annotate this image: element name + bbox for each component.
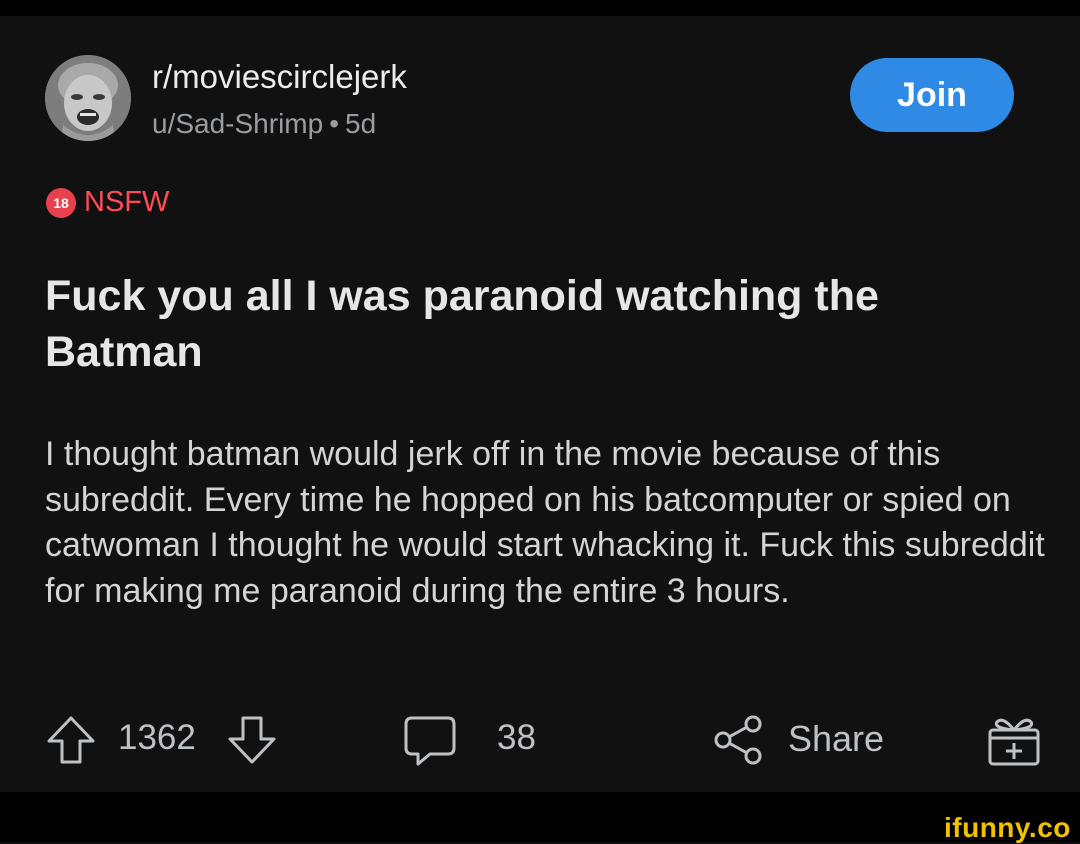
share-icon[interactable] [711, 712, 767, 768]
nsfw-label: NSFW [84, 186, 170, 218]
post-body: I thought batman would jerk off in the m… [45, 435, 1045, 610]
ifunny-watermark: ifunny.co [944, 812, 1071, 843]
nsfw-18-icon: 18 [46, 187, 76, 218]
upvote-icon[interactable] [45, 714, 97, 766]
award-icon[interactable] [985, 712, 1043, 768]
comment-count: 38 [497, 718, 536, 757]
subreddit-name[interactable]: r/moviescirclejerk [152, 58, 407, 96]
downvote-icon[interactable] [226, 714, 278, 766]
post-age: 5d [345, 108, 377, 139]
post-title[interactable]: Fuck you all I was paranoid watching the… [45, 268, 1035, 380]
meta-separator: • [329, 108, 339, 139]
top-edge [0, 0, 1080, 16]
bottom-bar [0, 792, 1080, 842]
nsfw-tag: 18 NSFW [46, 186, 169, 219]
subreddit-avatar[interactable] [45, 55, 131, 141]
join-button[interactable]: Join [850, 58, 1014, 132]
post-meta: u/Sad-Shrimp • 5d [152, 108, 376, 140]
share-button[interactable]: Share [788, 718, 884, 760]
author-name[interactable]: u/Sad-Shrimp [152, 108, 323, 139]
vote-count: 1362 [118, 718, 196, 757]
comment-icon[interactable] [402, 712, 458, 768]
